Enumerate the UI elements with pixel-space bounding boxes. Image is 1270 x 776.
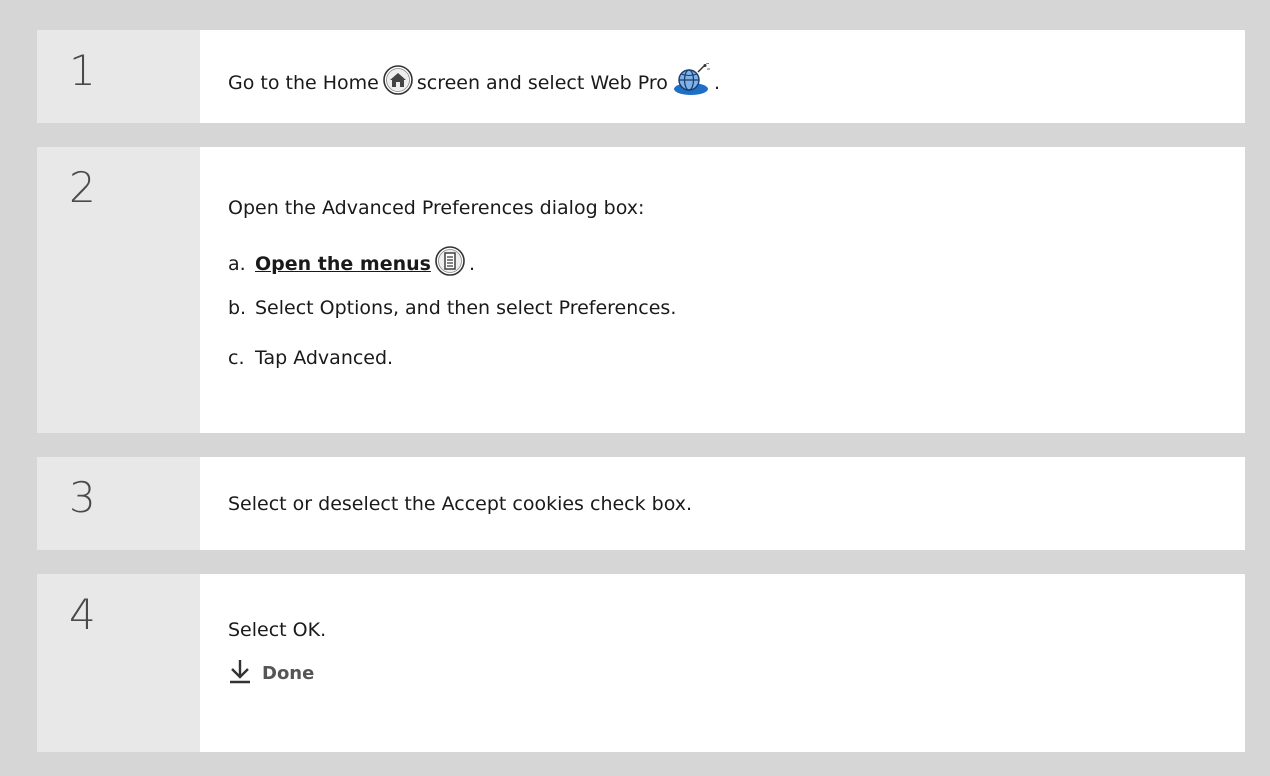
step-number-cell: 1 <box>37 30 200 123</box>
step-content: Select or deselect the Accept cookies ch… <box>200 457 1245 550</box>
item-text: Select Options, and then select Preferen… <box>255 297 677 319</box>
step-1-text-after: screen and select Web Pro <box>416 71 668 94</box>
open-the-menus-link[interactable]: Open the menus <box>255 253 431 275</box>
menu-icon <box>434 245 466 282</box>
step-content: Select OK. Done <box>200 574 1245 752</box>
item-letter: c. <box>228 347 245 369</box>
step-number: 2 <box>69 163 96 212</box>
done-marker: Done <box>228 658 314 689</box>
step-number-cell: 2 <box>37 147 200 433</box>
step-2-item-c: c. Tap Advanced. <box>228 347 393 369</box>
instruction-page: 1 Go to the Home screen and select Web P… <box>0 0 1270 776</box>
home-icon <box>382 64 414 101</box>
step-1-line: Go to the Home screen and select Web Pro <box>228 62 720 102</box>
step-number: 1 <box>69 46 96 95</box>
step-3-text: Select or deselect the Accept cookies ch… <box>228 493 693 515</box>
item-a-suffix: . <box>468 252 475 275</box>
step-number: 3 <box>69 473 96 522</box>
step-1-text-before: Go to the Home <box>228 71 379 94</box>
step-3: 3 Select or deselect the Accept cookies … <box>37 457 1245 550</box>
item-letter: b. <box>228 297 247 319</box>
step-number: 4 <box>69 590 96 639</box>
step-content: Open the Advanced Preferences dialog box… <box>200 147 1245 433</box>
step-1-text-end: . <box>713 71 720 94</box>
step-2-item-b: b. Select Options, and then select Prefe… <box>228 297 676 319</box>
step-4-text: Select OK. <box>228 619 327 641</box>
item-letter: a. <box>228 252 246 275</box>
step-4: 4 Select OK. Done <box>37 574 1245 752</box>
step-number-cell: 4 <box>37 574 200 752</box>
step-number-cell: 3 <box>37 457 200 550</box>
step-1: 1 Go to the Home screen and select Web P… <box>37 30 1245 123</box>
step-content: Go to the Home screen and select Web Pro <box>200 30 1245 123</box>
web-pro-globe-icon <box>671 62 711 102</box>
item-text: Tap Advanced. <box>255 347 394 369</box>
down-arrow-icon <box>228 658 252 689</box>
step-2-item-a: a. Open the menus . <box>228 245 475 282</box>
step-2: 2 Open the Advanced Preferences dialog b… <box>37 147 1245 433</box>
step-2-intro: Open the Advanced Preferences dialog box… <box>228 197 645 219</box>
done-label: Done <box>262 663 315 684</box>
